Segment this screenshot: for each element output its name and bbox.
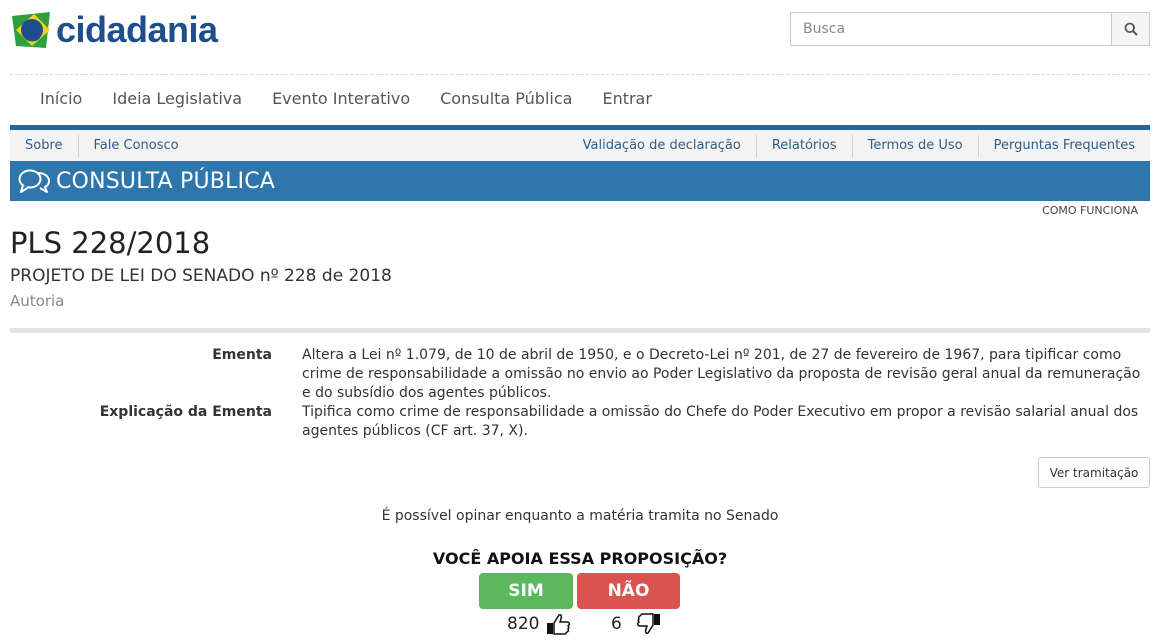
no-count: 6 [611, 612, 662, 636]
no-count-value: 6 [611, 614, 622, 634]
yes-count-value: 820 [507, 614, 540, 634]
subnav-fale-conosco[interactable]: Fale Conosco [79, 135, 194, 157]
nav-entrar[interactable]: Entrar [587, 86, 666, 112]
ver-tramitacao-button[interactable]: Ver tramitação [1038, 457, 1150, 488]
explicacao-label: Explicação da Ementa [99, 404, 272, 420]
section-banner: CONSULTA PÚBLICA [10, 161, 1150, 201]
search-icon [1124, 22, 1138, 36]
vote-no-button[interactable]: NÃO [577, 573, 680, 609]
header-divider [10, 74, 1150, 75]
ementa-value: Altera a Lei nº 1.079, de 10 de abril de… [302, 347, 1141, 401]
logo-initial: e [21, 8, 43, 50]
autoria-label: Autoria [10, 292, 65, 310]
banner-title: CONSULTA PÚBLICA [56, 168, 276, 194]
voting-info: É possível opinar enquanto a matéria tra… [381, 508, 779, 524]
speech-bubbles-icon [18, 169, 50, 193]
logo-text: cidadania [56, 9, 218, 50]
vote-yes-button[interactable]: SIM [479, 573, 573, 609]
nav-inicio[interactable]: Início [25, 86, 97, 112]
subnav-sobre[interactable]: Sobre [10, 134, 79, 157]
subnav-termos[interactable]: Termos de Uso [853, 134, 979, 157]
page-subtitle: PROJETO DE LEI DO SENADO nº 228 de 2018 [10, 266, 392, 286]
search-button[interactable] [1111, 12, 1150, 46]
thumbs-down-icon [636, 613, 660, 634]
content-divider [10, 328, 1150, 333]
search-input[interactable] [790, 12, 1111, 46]
thumbs-up-icon [547, 614, 571, 635]
yes-count: 820 [507, 612, 571, 636]
nav-consulta-publica[interactable]: Consulta Pública [425, 86, 587, 112]
nav-ideia-legislativa[interactable]: Ideia Legislativa [97, 86, 257, 112]
logo-mark-icon: e [10, 8, 54, 52]
sub-nav: Sobre Fale Conosco Validação de declaraç… [10, 130, 1150, 161]
search-form [790, 12, 1150, 46]
como-funciona-link[interactable]: COMO FUNCIONA [1042, 204, 1138, 217]
subnav-perguntas[interactable]: Perguntas Frequentes [979, 135, 1150, 157]
ementa-label: Ementa [212, 347, 272, 363]
voting-question: VOCÊ APOIA ESSA PROPOSIÇÃO? [432, 549, 728, 568]
page-title: PLS 228/2018 [10, 226, 211, 260]
main-nav: Início Ideia Legislativa Evento Interati… [25, 86, 667, 112]
subnav-relatorios[interactable]: Relatórios [757, 134, 853, 157]
subnav-validacao[interactable]: Validação de declaração [568, 134, 757, 157]
nav-evento-interativo[interactable]: Evento Interativo [257, 86, 425, 112]
ecidadania-logo[interactable]: e cidadania [10, 8, 218, 52]
explicacao-value: Tipifica como crime de responsabilidade … [302, 404, 1139, 439]
